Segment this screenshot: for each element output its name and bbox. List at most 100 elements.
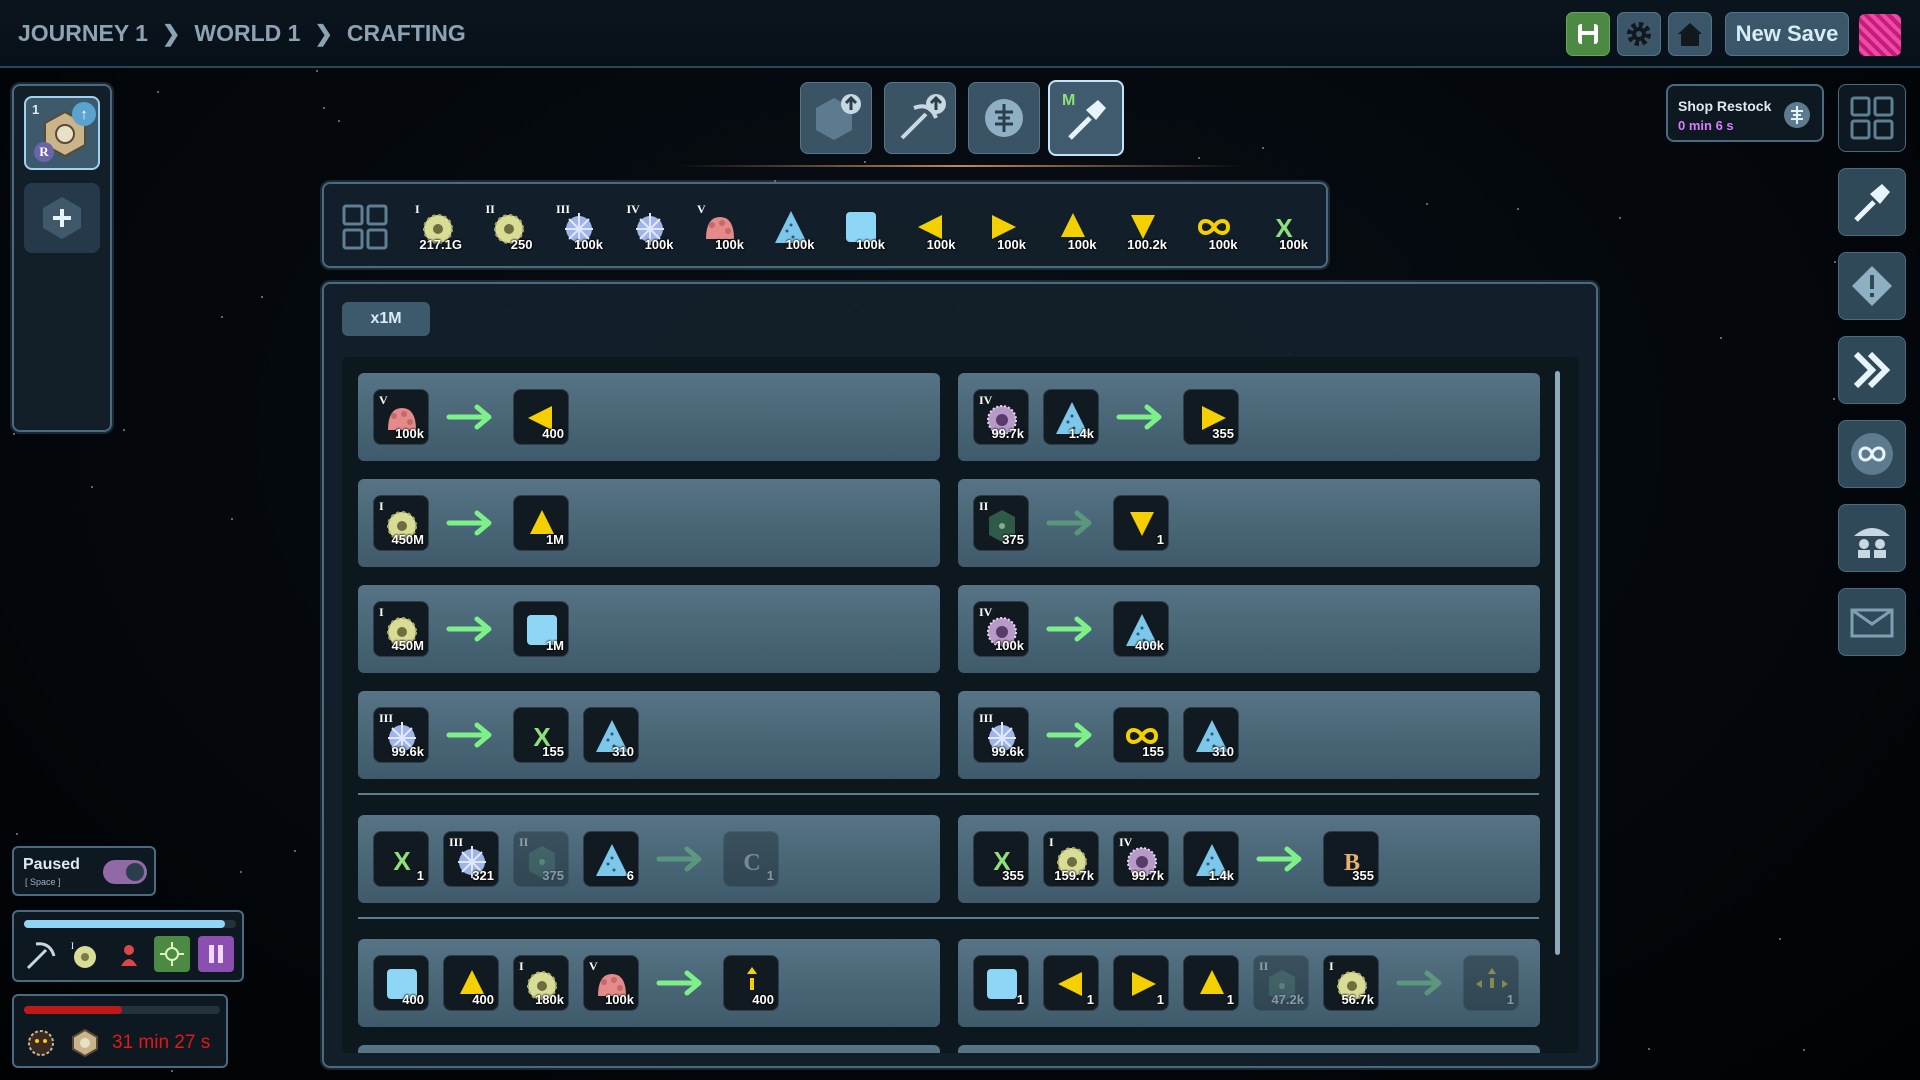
crystal-burst-item[interactable]: III 99.6k [373,707,429,763]
infinity-item[interactable]: 100k [1186,199,1242,255]
crystal-burst-item[interactable]: III 100k [551,199,607,255]
mail-button[interactable] [1838,588,1906,656]
breadcrumb-world[interactable]: WORLD 1 [194,20,300,47]
gear-disc-item[interactable]: I 56.7k [1323,955,1379,1011]
new-save-button[interactable]: New Save [1725,12,1849,56]
breadcrumb-journey[interactable]: JOURNEY 1 [18,20,148,47]
save-button[interactable] [1566,12,1610,56]
triangle-left-item[interactable]: 1 [1043,955,1099,1011]
gear-disc-icon[interactable]: I [68,938,102,972]
coral-blob-item[interactable]: V 100k [583,955,639,1011]
crystal-burst-iv-item[interactable]: IV 100k [973,601,1029,657]
worker-icon[interactable] [112,938,146,972]
triangle-dotted-item[interactable]: 1.4k [1183,831,1239,887]
recipe-scrollbar[interactable] [1555,371,1560,955]
triangle-down-item[interactable]: 100.2k [1115,199,1171,255]
recipe-card[interactable]: X 1 III 321 II 375 6 C 1 [358,815,940,903]
triangle-right-item[interactable]: 355 [1183,389,1239,445]
tab-upgrade-pickaxe[interactable] [884,82,956,154]
profile-avatar[interactable] [1859,14,1901,56]
triangle-right-item[interactable]: 100k [974,199,1030,255]
recipe-card[interactable]: II 375 1 [958,479,1540,567]
settings-button[interactable] [1617,12,1661,56]
triangle-up-item[interactable]: 400 [443,955,499,1011]
gear-disc-item[interactable]: I 159.7k [1043,831,1099,887]
recipe-card[interactable]: I 450M 1M [358,585,940,673]
recipe-card[interactable]: IV 99.7k 1.4k 355 [958,373,1540,461]
workers-button[interactable] [1838,504,1906,572]
add-slot-button[interactable] [24,183,100,253]
active-slot[interactable]: 1 ↑ R [24,96,100,170]
gear-disc-item[interactable]: I 217.1G [410,199,466,255]
x-letter-item[interactable]: X 355 [973,831,1029,887]
triangle-dotted-item[interactable]: 310 [1183,707,1239,763]
triangle-right-item[interactable]: 1 [1113,955,1169,1011]
square-rounded-item[interactable]: 400 [373,955,429,1011]
gear-disc-ii-item[interactable]: II 375 [513,831,569,887]
tab-crafting[interactable]: M [1048,80,1124,156]
recipe-card[interactable]: I 450M 1M [358,479,940,567]
triangle-dotted-item[interactable]: 1.4k [1043,389,1099,445]
infinity-button[interactable] [1838,420,1906,488]
x-letter-item[interactable]: X 100k [1256,199,1312,255]
home-button[interactable] [1668,12,1712,56]
item-count: 400 [752,992,774,1007]
multiplier-button[interactable]: x1M [342,302,430,336]
target-button[interactable] [154,936,190,972]
letter-c-item[interactable]: C1 [723,831,779,887]
crystal-burst-item[interactable]: IV 100k [622,199,678,255]
recipe-card[interactable]: 400 400 I 180k V 100k 400 [358,939,940,1027]
recipe-card[interactable]: III 99.6k X 155 310 [358,691,940,779]
gear-disc-ii-item[interactable]: II 47.2k [1253,955,1309,1011]
recipe-card[interactable]: V 100k 400 [358,373,940,461]
x-letter-item[interactable]: X1 [373,831,429,887]
gear-disc-item[interactable]: I 450M [373,495,429,551]
tab-shop[interactable] [968,82,1040,154]
alerts-button[interactable] [1838,252,1906,320]
square-rounded-item[interactable]: 100k [833,199,889,255]
crystal-burst-item[interactable]: III 321 [443,831,499,887]
gear-disc-item[interactable]: I 450M [373,601,429,657]
recipe-card[interactable]: 1 1 1 1 II 47.2k I 56.7k 1 [958,939,1540,1027]
triangle-up-item[interactable]: 1 [1183,955,1239,1011]
recipe-card[interactable]: IV 100k 400k [958,585,1540,673]
item-count: 1 [416,868,424,883]
crafting-side-button[interactable] [1838,168,1906,236]
letter-b-item[interactable]: B 355 [1323,831,1379,887]
triangle-left-item[interactable]: 400 [513,389,569,445]
pickaxe-icon[interactable] [24,938,58,972]
square-rounded-item[interactable]: 1 [973,955,1029,1011]
crystal-burst-item[interactable]: III 99.6k [973,707,1029,763]
gear-disc-item[interactable]: I 180k [513,955,569,1011]
arrow-right-icon [1116,404,1162,430]
triangle-down-item[interactable]: 1 [1113,495,1169,551]
grid-icon[interactable] [342,204,388,250]
tab-upgrade-hex[interactable] [800,82,872,154]
grid-view-button[interactable] [1838,84,1906,152]
x-letter-item[interactable]: X 155 [513,707,569,763]
coral-blob-item[interactable]: V 100k [373,389,429,445]
crystal-burst-iv-item[interactable]: IV 99.7k [973,389,1029,445]
square-rounded-item[interactable]: 1M [513,601,569,657]
infinity-item[interactable]: 155 [1113,707,1169,763]
pause-button[interactable] [198,936,234,972]
shop-restock-panel[interactable]: Shop Restock 0 min 6 s [1666,84,1824,142]
triangle-up-item[interactable]: 100k [1045,199,1101,255]
crystal-burst-iv-item[interactable]: IV 99.7k [1113,831,1169,887]
fast-forward-button[interactable] [1838,336,1906,404]
triangle-dotted-item[interactable]: 310 [583,707,639,763]
breadcrumb-crafting[interactable]: CRAFTING [347,20,466,47]
triangle-dotted-item[interactable]: 400k [1113,601,1169,657]
triangle-dotted-item[interactable]: 100k [763,199,819,255]
recipe-card[interactable]: X 355 I 159.7k IV 99.7k 1.4k B 355 [958,815,1540,903]
triangle-up-item[interactable]: 1M [513,495,569,551]
pause-toggle[interactable] [103,860,147,884]
triangle-dotted-item[interactable]: 6 [583,831,639,887]
triangle-left-item[interactable]: 100k [904,199,960,255]
compass-arrows-item[interactable]: 1 [1463,955,1519,1011]
gear-disc-ii-item[interactable]: II 375 [973,495,1029,551]
coral-blob-item[interactable]: V 100k [692,199,748,255]
exclaim-up-item[interactable]: 400 [723,955,779,1011]
recipe-card[interactable]: III 99.6k 155 310 [958,691,1540,779]
gear-disc-item[interactable]: II 250 [481,199,537,255]
